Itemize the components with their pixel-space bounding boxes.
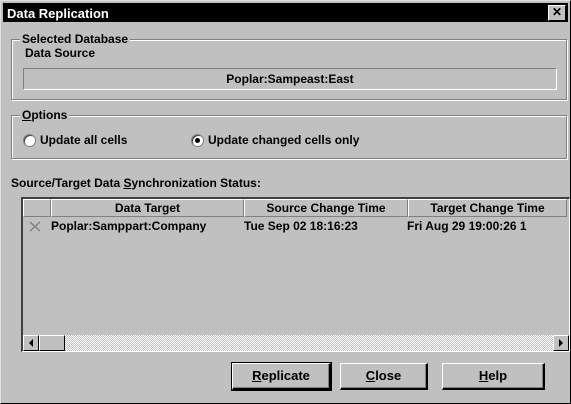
data-source-field: Poplar:Sampeast:East <box>23 68 557 90</box>
horizontal-scrollbar[interactable] <box>23 335 569 351</box>
radio-update-all-cells[interactable]: Update all cells <box>23 133 127 147</box>
data-source-value: Poplar:Sampeast:East <box>226 72 354 86</box>
x-mark-icon <box>23 218 51 235</box>
radio-label: Update all cells <box>40 133 128 147</box>
table-row[interactable]: Poplar:Samppart:Company Tue Sep 02 18:16… <box>23 218 567 235</box>
options-label: Options <box>20 108 70 122</box>
radio-unselected-icon <box>23 133 36 147</box>
close-glyph: ✕ <box>551 5 563 19</box>
scroll-left-icon[interactable] <box>23 335 39 351</box>
window-title: Data Replication <box>7 6 109 21</box>
cell-target-change-time: Fri Aug 29 19:00:26 1 <box>407 219 527 233</box>
column-header-target-change-time[interactable]: Target Change Time <box>408 199 567 217</box>
close-button[interactable]: Close <box>340 363 428 390</box>
options-group: Options Update all cells Update changed … <box>11 108 567 159</box>
title-bar[interactable]: Data Replication ✕ <box>3 3 568 22</box>
radio-update-changed-cells-only[interactable]: Update changed cells only <box>191 133 359 147</box>
selected-database-group: Selected Database Data Source Poplar:Sam… <box>11 32 567 100</box>
data-source-label: Data Source <box>25 46 96 60</box>
replicate-button[interactable]: Replicate <box>231 362 332 391</box>
scroll-right-icon[interactable] <box>553 335 569 351</box>
radio-label: Update changed cells only <box>208 133 360 147</box>
data-replication-dialog: Data Replication ✕ Selected Database Dat… <box>0 0 571 404</box>
column-header-data-target[interactable]: Data Target <box>51 199 244 217</box>
radio-selected-icon <box>191 133 204 147</box>
sync-status-list[interactable]: Data Target Source Change Time Target Ch… <box>21 197 570 352</box>
column-header-icon[interactable] <box>23 199 51 217</box>
list-header: Data Target Source Change Time Target Ch… <box>23 199 567 217</box>
help-button[interactable]: Help <box>442 363 545 390</box>
scroll-thumb[interactable] <box>39 335 65 351</box>
close-icon[interactable]: ✕ <box>548 5 566 21</box>
cell-source-change-time: Tue Sep 02 18:16:23 <box>244 219 358 233</box>
sync-status-label: Source/Target Data Synchronization Statu… <box>11 176 261 190</box>
cell-data-target: Poplar:Samppart:Company <box>51 219 207 233</box>
selected-database-label: Selected Database <box>20 32 131 46</box>
column-header-source-change-time[interactable]: Source Change Time <box>244 199 408 217</box>
